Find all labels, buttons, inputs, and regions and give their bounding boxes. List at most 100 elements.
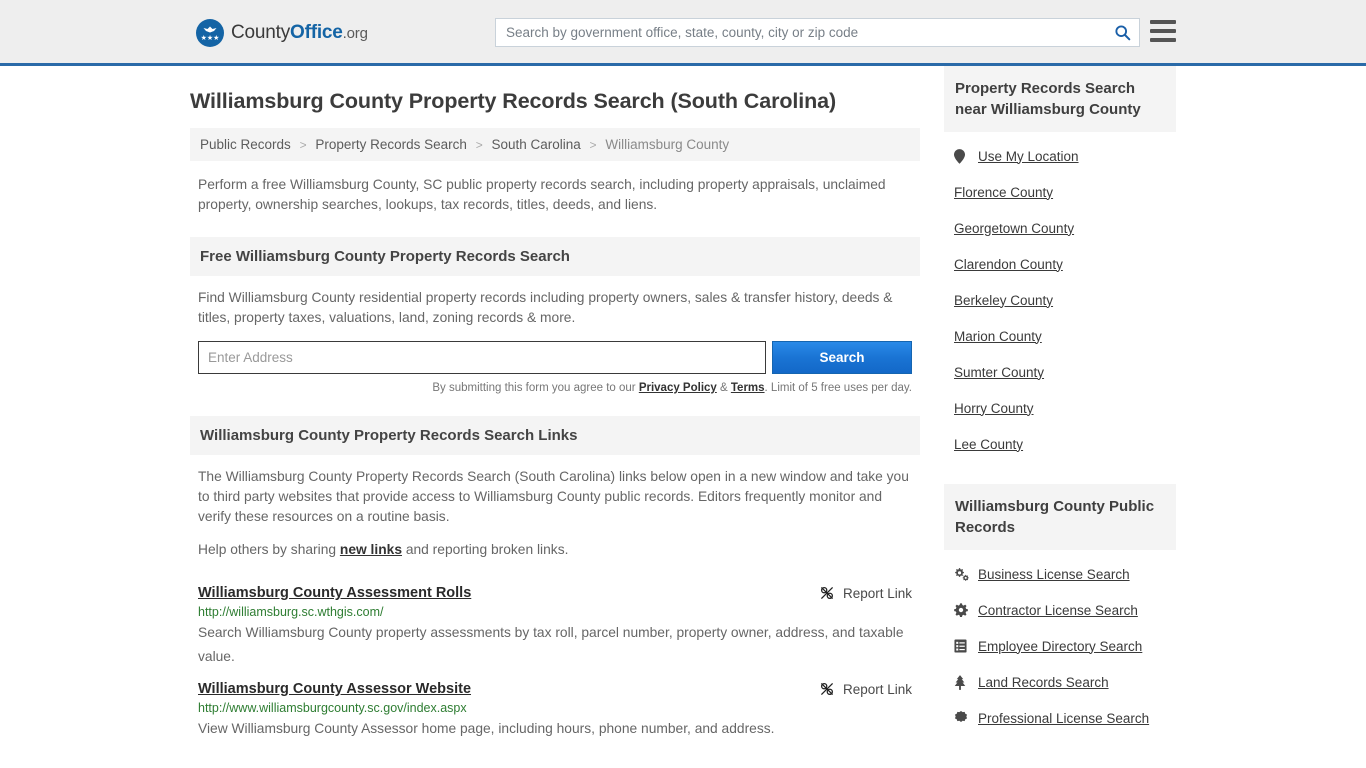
hamburger-bar [1150,38,1176,42]
search-links-heading: Williamsburg County Property Records Sea… [190,416,920,455]
link-item-header: Williamsburg County Assessment Rolls Rep… [198,585,912,601]
link-url[interactable]: http://www.williamsburgcounty.sc.gov/ind… [198,701,912,715]
sidebar-item-florence-county[interactable]: Florence County [954,174,1174,210]
free-search-heading: Free Williamsburg County Property Record… [190,237,920,276]
site-header: ★★★ CountyOffice.org [0,0,1366,66]
report-link-label: Report Link [842,585,912,601]
form-disclaimer-amp: & [716,382,731,394]
report-link-label: Report Link [842,681,912,697]
form-disclaimer: By submitting this form you agree to our… [198,382,912,394]
address-search-form: Search [198,341,912,374]
brand-part-county: County [231,22,291,43]
sidebar-item-georgetown-county[interactable]: Georgetown County [954,210,1174,246]
breadcrumb-item-public-records[interactable]: Public Records [200,137,291,152]
link-item: Williamsburg County Assessment Rolls Rep… [190,573,920,669]
main-column: Williamsburg County Property Records Sea… [190,66,920,741]
hamburger-bar [1150,29,1176,33]
hamburger-bar [1150,20,1176,24]
search-input[interactable] [496,19,1105,46]
sidebar-link-label[interactable]: Clarendon County [954,257,1063,272]
sidebar-link-label[interactable]: Sumter County [954,365,1044,380]
sidebar-item-marion-county[interactable]: Marion County [954,318,1174,354]
search-links-section: Williamsburg County Property Records Sea… [190,416,920,741]
sidebar-nearby-heading: Property Records Search near Williamsbur… [944,66,1176,132]
help-suffix: and reporting broken links. [402,542,569,557]
sidebar-link-label[interactable]: Land Records Search [978,675,1109,690]
link-description: View Williamsburg County Assessor home p… [198,721,775,736]
search-links-body: The Williamsburg County Property Records… [190,455,920,560]
breadcrumb-item-williamsburg-county: Williamsburg County [605,137,730,152]
new-links-link[interactable]: new links [340,542,402,557]
content-wrapper: Williamsburg County Property Records Sea… [190,66,1176,744]
breadcrumb-separator: > [299,138,307,152]
brand-part-org: .org [342,25,368,42]
brand-text: CountyOffice.org [231,22,368,44]
sidebar-item-sumter-county[interactable]: Sumter County [954,354,1174,390]
search-icon[interactable] [1105,19,1139,46]
cogs-icon [954,567,972,581]
search-links-help: Help others by sharing new links and rep… [198,540,912,560]
sidebar-link-label[interactable]: Contractor License Search [978,603,1138,618]
form-disclaimer-suffix: . Limit of 5 free uses per day. [764,382,912,394]
brand-part-office: Office [290,22,343,43]
sidebar-item-land-records-search[interactable]: Land Records Search [954,664,1174,700]
link-title[interactable]: Williamsburg County Assessment Rolls [198,585,471,601]
search-links-paragraph: The Williamsburg County Property Records… [198,469,909,524]
sidebar-nearby-box: Property Records Search near Williamsbur… [944,66,1176,462]
page-intro-text: Perform a free Williamsburg County, SC p… [198,177,886,212]
sidebar-link-label[interactable]: Lee County [954,437,1023,452]
terms-link[interactable]: Terms [731,382,765,394]
link-url[interactable]: http://williamsburg.sc.wthgis.com/ [198,605,912,619]
site-logo[interactable]: ★★★ CountyOffice.org [196,19,368,47]
sidebar-link-label[interactable]: Professional License Search [978,711,1149,726]
sidebar-link-label[interactable]: Georgetown County [954,221,1074,236]
page-title: Williamsburg County Property Records Sea… [190,89,837,113]
certificate-icon [954,711,972,725]
sidebar-link-label[interactable]: Horry County [954,401,1034,416]
privacy-policy-link[interactable]: Privacy Policy [639,382,717,394]
sidebar-item-horry-county[interactable]: Horry County [954,390,1174,426]
sidebar-link-label[interactable]: Business License Search [978,567,1130,582]
link-title[interactable]: Williamsburg County Assessor Website [198,681,471,697]
eagle-seal-icon: ★★★ [196,19,224,47]
breadcrumb-separator: > [475,138,483,152]
breadcrumb-separator: > [589,138,597,152]
sidebar-public-records-list: Business License Search Contractor Licen… [944,550,1176,736]
breadcrumb-item-south-carolina[interactable]: South Carolina [491,137,580,152]
form-disclaimer-prefix: By submitting this form you agree to our [432,382,639,394]
broken-link-icon [819,681,835,697]
report-link-button[interactable]: Report Link [819,585,912,601]
sidebar-item-employee-directory-search[interactable]: Employee Directory Search [954,628,1174,664]
tree-icon [954,674,972,690]
hamburger-menu-icon[interactable] [1150,20,1176,42]
sidebar-item-lee-county[interactable]: Lee County [954,426,1174,462]
sidebar-item-contractor-license-search[interactable]: Contractor License Search [954,592,1174,628]
list-alt-icon [954,639,972,653]
sidebar-item-berkeley-county[interactable]: Berkeley County [954,282,1174,318]
address-input[interactable] [198,341,766,374]
sidebar-link-label[interactable]: Marion County [954,329,1042,344]
sidebar-link-label[interactable]: Berkeley County [954,293,1053,308]
broken-link-icon [819,585,835,601]
sidebar-link-label[interactable]: Use My Location [978,149,1079,164]
free-search-body: Find Williamsburg County residential pro… [190,276,920,328]
address-search-button[interactable]: Search [772,341,912,374]
link-item-header: Williamsburg County Assessor Website Rep… [198,681,912,697]
breadcrumb: Public Records > Property Records Search… [190,128,920,161]
cog-icon [954,603,972,617]
sidebar-item-use-my-location[interactable]: Use My Location [954,138,1174,174]
link-description: Search Williamsburg County property asse… [198,625,904,664]
sidebar-item-business-license-search[interactable]: Business License Search [954,556,1174,592]
sidebar: Property Records Search near Williamsbur… [944,66,1176,744]
global-search-box[interactable] [495,18,1140,47]
breadcrumb-item-property-records-search[interactable]: Property Records Search [315,137,467,152]
sidebar-item-professional-license-search[interactable]: Professional License Search [954,700,1174,736]
sidebar-link-label[interactable]: Florence County [954,185,1053,200]
sidebar-item-clarendon-county[interactable]: Clarendon County [954,246,1174,282]
help-prefix: Help others by sharing [198,542,340,557]
report-link-button[interactable]: Report Link [819,681,912,697]
sidebar-public-records-heading: Williamsburg County Public Records [944,484,1176,550]
logo-stars: ★★★ [200,35,220,42]
free-search-description: Find Williamsburg County residential pro… [198,290,893,325]
sidebar-link-label[interactable]: Employee Directory Search [978,639,1142,654]
